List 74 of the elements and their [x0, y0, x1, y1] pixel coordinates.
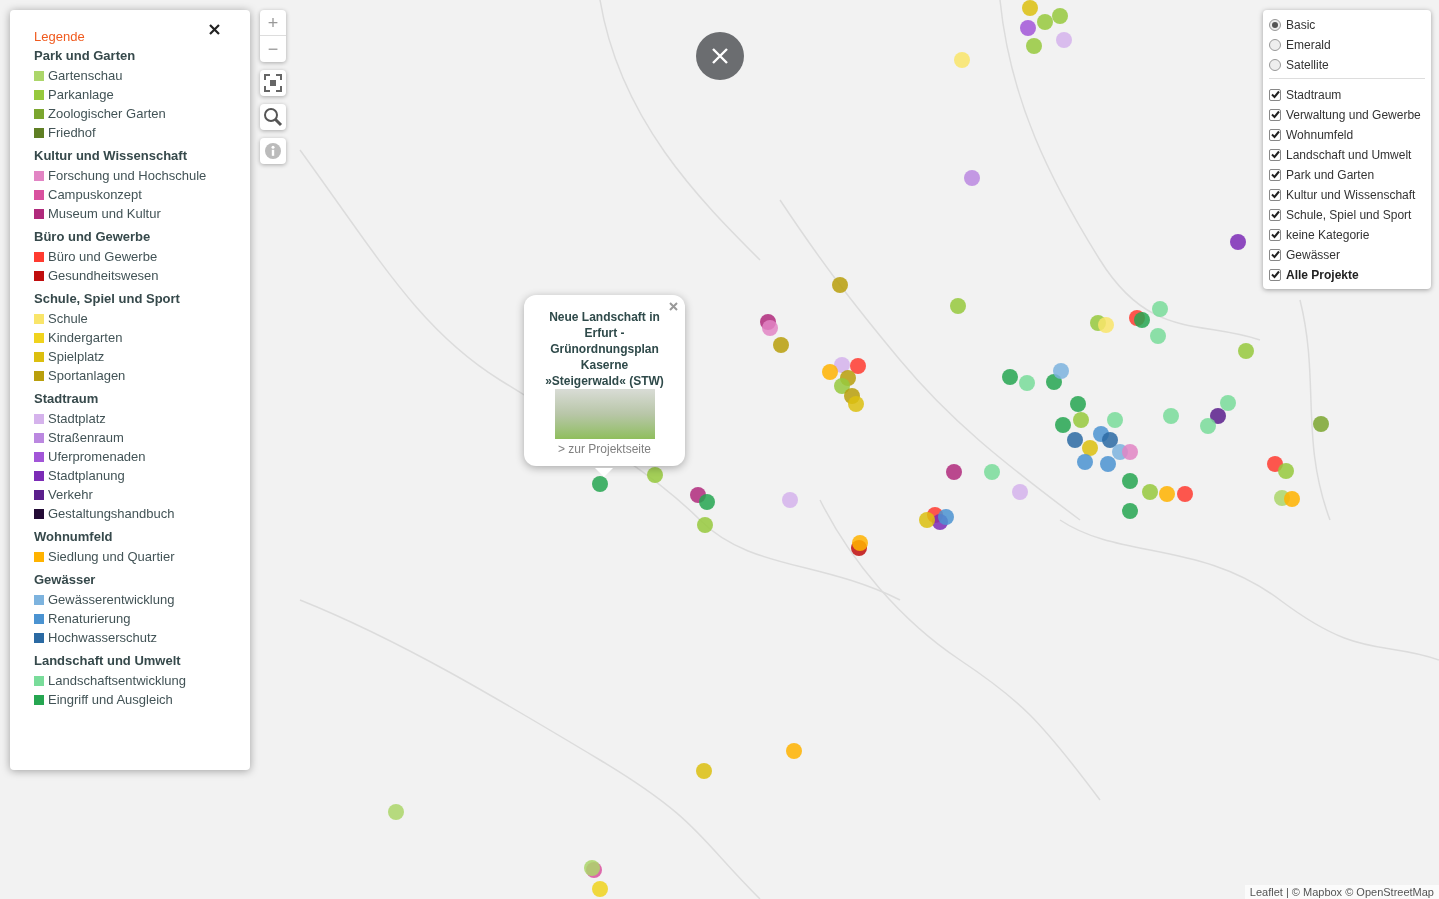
checkbox[interactable]	[1269, 168, 1281, 181]
legend-label: Büro und Gewerbe	[48, 247, 158, 266]
legend-label: Landschaftsentwicklung	[48, 671, 187, 690]
layer-label: keine Kategorie	[1286, 226, 1370, 244]
layer-label: Emerald	[1286, 36, 1331, 54]
layer-label: Alle Projekte	[1286, 266, 1359, 284]
checkbox[interactable]	[1269, 268, 1281, 281]
checkbox[interactable]	[1269, 188, 1281, 201]
attribution-text: Leaflet | © Mapbox © OpenStreetMap	[1244, 885, 1439, 899]
checkbox[interactable]	[1269, 148, 1281, 161]
layer-label: Kultur und Wissenschaft	[1286, 186, 1416, 204]
popup-title: Neue Landschaft in Erfurt - Grünordnungsplan Kaserne »Steigerwald« (STW)	[544, 309, 665, 389]
legend-label: Verkehr	[48, 485, 93, 504]
radio-button[interactable]	[1269, 18, 1281, 31]
legend-label: Stadtplanung	[48, 466, 125, 485]
radio-button[interactable]	[1269, 38, 1281, 51]
close-icon[interactable]	[209, 24, 220, 35]
popup-pointer	[595, 468, 613, 477]
legend-label: Uferpromenaden	[48, 447, 146, 466]
legend-label: Gesundheitswesen	[48, 266, 159, 285]
layer-label: Stadtraum	[1286, 86, 1342, 104]
legend-label: Hochwasserschutz	[48, 628, 158, 647]
legend-label: Schule	[48, 309, 88, 328]
legend-label: Gewässerentwicklung	[48, 590, 175, 609]
checkbox[interactable]	[1269, 108, 1281, 121]
layer-label: Schule, Spiel und Sport	[1286, 206, 1412, 224]
layer-label: Wohnumfeld	[1286, 126, 1354, 144]
checkbox[interactable]	[1269, 128, 1281, 141]
layer-label: Basic	[1286, 16, 1316, 34]
legend-label: Siedlung und Quartier	[48, 547, 175, 566]
legend-label: Museum und Kultur	[48, 204, 161, 223]
legend-label: Renaturierung	[48, 609, 131, 628]
legend-label: Zoologischer Garten	[48, 104, 166, 123]
checkbox[interactable]	[1269, 88, 1281, 101]
legend-label: Campuskonzept	[48, 185, 142, 204]
legend-label: Spielplatz	[48, 347, 105, 366]
legend-label: Gartenschau	[48, 66, 123, 85]
layer-label: Verwaltung und Gewerbe	[1286, 106, 1421, 124]
legend-label: Kindergarten	[48, 328, 123, 347]
legend-heading: Landschaft und Umwelt	[34, 652, 182, 669]
close-button[interactable]	[696, 32, 744, 80]
legend-label: Eingriff und Ausgleich	[48, 690, 173, 709]
layer-label: Satellite	[1286, 56, 1329, 74]
layer-label: Gewässer	[1286, 246, 1341, 264]
fullscreen-button[interactable]	[260, 70, 286, 96]
checkbox[interactable]	[1269, 208, 1281, 221]
layer-label: Park und Garten	[1286, 166, 1375, 184]
legend-heading: Kultur und Wissenschaft	[34, 147, 188, 164]
legend-title: Legende	[34, 28, 85, 45]
close-icon	[712, 48, 728, 64]
zoom-out-button[interactable]: −	[260, 36, 286, 62]
legend-label: Forschung und Hochschule	[48, 166, 207, 185]
layer-label: Landschaft und Umwelt	[1286, 146, 1412, 164]
legend-label: Friedhof	[48, 123, 96, 142]
zoom-in-button[interactable]: +	[260, 10, 286, 36]
legend-heading: Gewässer	[34, 571, 97, 588]
legend-label: Gestaltungshandbuch	[48, 504, 175, 523]
project-link[interactable]: > zur Projektseite	[557, 440, 651, 458]
legend-heading: Büro und Gewerbe	[34, 228, 152, 245]
legend-heading: Park und Garten	[34, 47, 137, 64]
legend-heading: Schule, Spiel und Sport	[34, 290, 181, 307]
legend-heading: Wohnumfeld	[34, 528, 114, 545]
legend-label: Stadtplatz	[48, 409, 106, 428]
legend-heading: Stadtraum	[34, 390, 100, 407]
search-icon	[263, 107, 283, 127]
legend-label: Parkanlage	[48, 85, 114, 104]
legend-label: Straßenraum	[48, 428, 124, 447]
checkbox[interactable]	[1269, 228, 1281, 241]
search-button[interactable]	[260, 104, 286, 130]
info-icon	[265, 143, 281, 159]
fullscreen-icon	[264, 74, 282, 92]
legend-label: Sportanlagen	[48, 366, 126, 385]
checkbox[interactable]	[1269, 248, 1281, 261]
radio-button[interactable]	[1269, 58, 1281, 71]
